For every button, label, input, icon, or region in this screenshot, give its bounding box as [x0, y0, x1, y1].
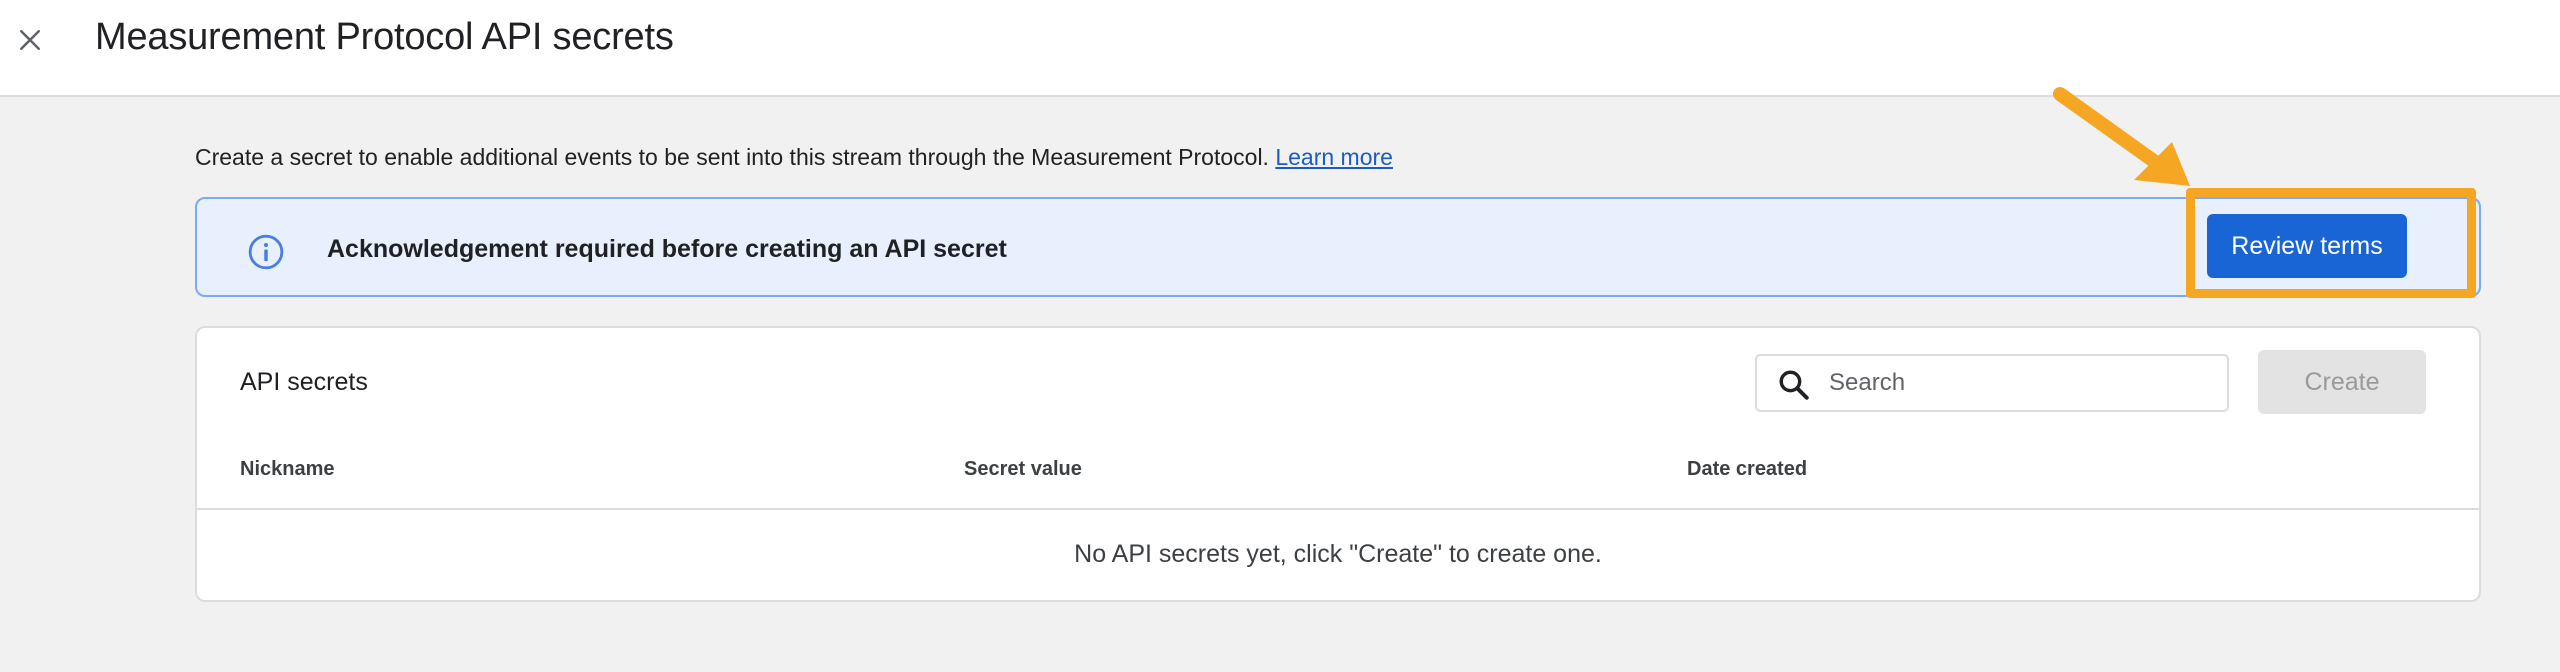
banner-message: Acknowledgement required before creating… — [327, 235, 1007, 263]
empty-state-message: No API secrets yet, click "Create" to cr… — [1074, 540, 1602, 568]
review-terms-button[interactable]: Review terms — [2207, 214, 2407, 278]
arrow-icon — [2053, 87, 2190, 186]
search-icon — [1779, 370, 1809, 400]
acknowledgement-banner: Acknowledgement required before creating… — [195, 197, 2481, 297]
search-input[interactable] — [1829, 356, 2219, 410]
close-button[interactable] — [10, 20, 50, 60]
info-icon — [248, 234, 284, 270]
learn-more-link[interactable]: Learn more — [1275, 144, 1393, 170]
close-icon[interactable] — [15, 25, 45, 55]
page-title: Measurement Protocol API secrets — [95, 16, 674, 58]
search-box[interactable] — [1755, 354, 2229, 412]
column-header-date-created[interactable]: Date created — [1687, 458, 1807, 481]
card-title: API secrets — [240, 368, 368, 396]
top-bar: Measurement Protocol API secrets — [0, 0, 2560, 97]
table-divider — [197, 508, 2479, 510]
column-header-secret-value[interactable]: Secret value — [964, 458, 1082, 481]
intro-description: Create a secret to enable additional eve… — [195, 144, 1269, 170]
create-button[interactable]: Create — [2258, 350, 2426, 414]
intro-text: Create a secret to enable additional eve… — [195, 144, 1393, 171]
column-header-nickname[interactable]: Nickname — [240, 458, 335, 481]
api-secrets-card: API secrets Create Nickname Secret value… — [195, 326, 2481, 602]
